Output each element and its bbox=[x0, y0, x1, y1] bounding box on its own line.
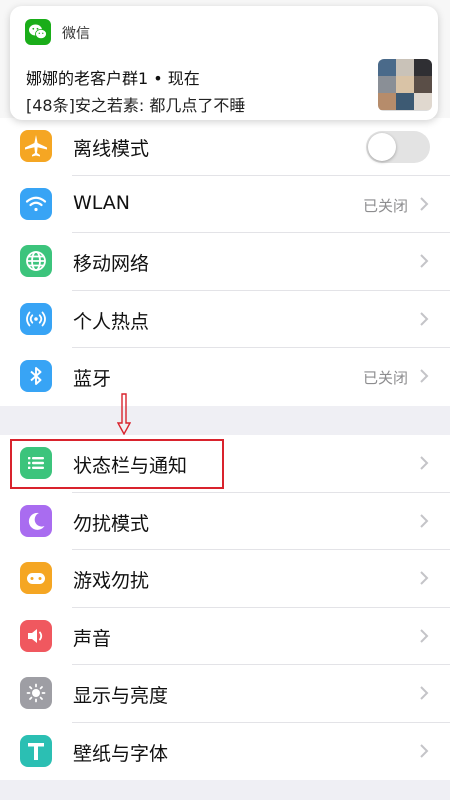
chevron-right-icon bbox=[420, 513, 429, 528]
settings-row-label: 声音 bbox=[73, 627, 112, 650]
settings-row-do-not-disturb[interactable]: 勿扰模式 bbox=[0, 493, 450, 550]
annotation-arrow-icon bbox=[117, 393, 131, 435]
settings-row-hotspot[interactable]: 个人热点 bbox=[0, 291, 450, 348]
speaker-icon bbox=[20, 619, 52, 652]
chevron-right-icon bbox=[420, 628, 429, 643]
chevron-right-icon bbox=[420, 254, 429, 268]
settings-row-label: 个人热点 bbox=[73, 310, 150, 333]
settings-row-display-brightness[interactable]: 显示与亮度 bbox=[0, 665, 450, 723]
chevron-right-icon bbox=[420, 311, 429, 326]
settings-row-airplane-mode[interactable]: 离线模式 bbox=[0, 118, 450, 176]
settings-row-label: 壁纸与字体 bbox=[73, 742, 169, 765]
chevron-right-icon bbox=[420, 571, 429, 585]
toggle-knob bbox=[368, 133, 396, 161]
brightness-icon bbox=[20, 677, 52, 709]
hotspot-icon bbox=[20, 302, 52, 335]
wechat-icon bbox=[25, 19, 51, 45]
settings-row-mobile-network[interactable]: 移动网络 bbox=[0, 233, 450, 291]
settings-row-label: 游戏勿扰 bbox=[73, 570, 150, 592]
airplane-mode-toggle[interactable] bbox=[366, 131, 430, 163]
notification-body: [48条]安之若素: 都几点了不睡 bbox=[26, 96, 246, 115]
gamepad-icon bbox=[20, 562, 52, 594]
wifi-icon bbox=[20, 187, 52, 220]
bluetooth-status: 已关闭 bbox=[362, 369, 408, 387]
group-avatar-thumbnail bbox=[378, 59, 432, 111]
settings-row-label: 显示与亮度 bbox=[73, 685, 169, 707]
settings-row-wallpaper-font[interactable]: 壁纸与字体 bbox=[0, 723, 450, 781]
chevron-right-icon bbox=[420, 196, 429, 211]
settings-row-label: 移动网络 bbox=[73, 253, 150, 275]
bluetooth-icon bbox=[20, 360, 52, 392]
settings-row-label: 勿扰模式 bbox=[73, 512, 150, 535]
chevron-right-icon bbox=[420, 743, 429, 758]
wechat-notification[interactable]: 微信 娜娜的老客户群1 • 现在 [48条]安之若素: 都几点了不睡 bbox=[10, 6, 438, 120]
settings-row-wlan[interactable]: WLAN 已关闭 bbox=[0, 176, 450, 233]
wlan-status: 已关闭 bbox=[362, 196, 408, 215]
settings-row-label: 蓝牙 bbox=[73, 368, 112, 390]
chevron-right-icon bbox=[420, 456, 429, 470]
settings-row-sound[interactable]: 声音 bbox=[0, 608, 450, 665]
settings-row-label: WLAN bbox=[73, 191, 131, 214]
chevron-right-icon bbox=[420, 686, 429, 700]
settings-row-bluetooth[interactable]: 蓝牙 已关闭 bbox=[0, 348, 450, 406]
moon-icon bbox=[20, 504, 52, 537]
globe-icon bbox=[20, 245, 52, 277]
settings-row-label: 离线模式 bbox=[73, 138, 150, 160]
notification-title: 娜娜的老客户群1 • 现在 bbox=[26, 69, 200, 88]
airplane-icon bbox=[20, 130, 52, 162]
notification-app-name: 微信 bbox=[62, 26, 90, 42]
annotation-highlight-box bbox=[10, 439, 224, 489]
text-t-icon bbox=[20, 734, 52, 767]
chevron-right-icon bbox=[420, 369, 429, 383]
settings-row-game-dnd[interactable]: 游戏勿扰 bbox=[0, 550, 450, 608]
settings-group-connectivity: 离线模式 WLAN 已关闭 移动网络 个人热点 蓝牙 已关闭 bbox=[0, 118, 450, 406]
